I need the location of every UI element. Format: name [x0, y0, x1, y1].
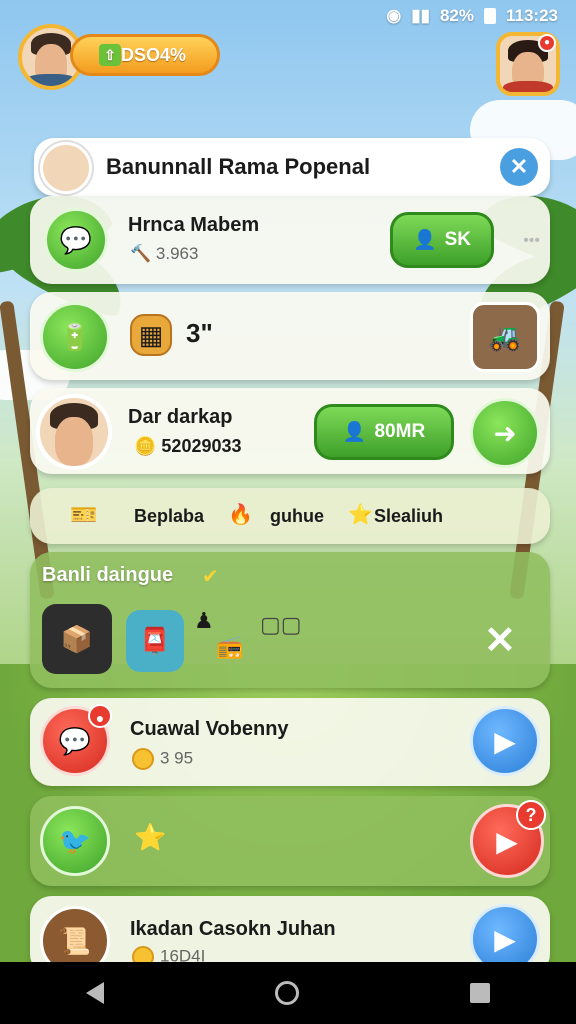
dice-icon: ▢▢: [260, 612, 302, 637]
question-badge: ?: [516, 800, 546, 830]
status-bar: ◉ ▮▮ 82% 113:23: [386, 6, 558, 26]
forward-button[interactable]: ➜: [470, 398, 540, 468]
close-dialog-icon[interactable]: ✕: [484, 618, 516, 663]
arrow-up-icon: ⇧: [99, 44, 121, 66]
join-button[interactable]: 👤 SK: [390, 212, 494, 268]
bonus-strip[interactable]: 🎫 Beplaba 🔥 guhue ⭐ Slealiuh: [30, 488, 550, 544]
back-icon[interactable]: [85, 982, 104, 1004]
dialog-title: Banli daingue: [42, 564, 174, 586]
row-value: 3": [186, 318, 213, 348]
bonus-text-c: Slealiuh: [374, 506, 444, 526]
row-title: Dar darkap: [128, 406, 233, 428]
wifi-icon: ◉: [386, 6, 402, 25]
home-icon[interactable]: [274, 981, 299, 1005]
chat-icon: 💬: [44, 208, 108, 272]
pawn-icon: ♟: [194, 608, 214, 633]
hammer-icon: 🔨: [130, 244, 156, 263]
title-card: Banunnall Rama Popenal ✕: [34, 138, 550, 196]
fire-icon: 🔥: [228, 504, 253, 526]
currency-amount: 1DSO4%: [111, 44, 187, 65]
list-item[interactable]: 🔋 ▦ 3" 🚜: [30, 292, 550, 380]
crate-item-icon[interactable]: 📦: [42, 604, 112, 674]
row-title: Cuawal Vobenny: [130, 718, 289, 740]
signal-icon: ▮▮: [411, 6, 430, 25]
system-nav-bar: [0, 962, 576, 1024]
crate-icon: ▦: [130, 314, 172, 356]
clock: 113:23: [506, 6, 558, 25]
notification-badge: ●: [88, 704, 112, 728]
user-icon: 👤: [412, 230, 437, 251]
row-value: 3 95: [132, 748, 193, 770]
title-avatar: [40, 142, 92, 194]
tractor-icon[interactable]: 🚜: [470, 302, 540, 372]
currency-pill[interactable]: ⇧ 1DSO4%: [70, 34, 220, 76]
bundle-dialog: Banli daingue ✔ 📦 📮 ♟ 📻 ▢▢ ✕: [30, 552, 550, 688]
battery-icon: [484, 8, 496, 24]
radio-icon: 📻: [216, 634, 244, 659]
row-avatar: [36, 394, 112, 470]
play-button[interactable]: ▶: [470, 706, 540, 776]
bird-icon: 🐦: [40, 806, 110, 876]
row-value: 🔨 3.963: [130, 244, 199, 263]
bonus-text-a: Beplaba: [134, 506, 205, 526]
ticket-icon: 🎫: [70, 502, 98, 527]
battery-percent: 82%: [439, 6, 474, 25]
person-icon: 👤: [342, 422, 367, 443]
list-item[interactable]: 💬 Hrnca Mabem 🔨 3.963 👤 SK •••: [30, 196, 550, 284]
title-text: Banunnall Rama Popenal: [106, 154, 371, 179]
list-item[interactable]: 🐦 ⭐ ▶ ?: [30, 796, 550, 886]
list-item[interactable]: 💬 ● Cuawal Vobenny 3 95 ▶: [30, 698, 550, 786]
row-value: 🪙 52029033: [134, 436, 242, 456]
battery-item-icon: 🔋: [40, 302, 110, 372]
list-item[interactable]: Dar darkap 🪙 52029033 👤 80MR ➜: [30, 388, 550, 474]
more-icon[interactable]: •••: [523, 232, 540, 250]
coin-stack-icon: 🪙: [134, 436, 162, 456]
row-title: Hrnca Mabem: [128, 214, 260, 236]
star-icon: ⭐: [348, 504, 373, 526]
play-button[interactable]: 👤 80MR: [314, 404, 454, 460]
recents-icon[interactable]: [470, 983, 491, 1003]
row-title: Ikadan Casokn Juhan: [130, 918, 336, 940]
settings-icon[interactable]: ✕: [500, 148, 538, 186]
star-icon: ⭐: [134, 822, 167, 852]
mailbox-item-icon[interactable]: 📮: [126, 610, 184, 672]
bonus-text-b: guhue: [270, 506, 324, 526]
notification-badge: ●: [538, 34, 556, 52]
check-icon: ✔: [202, 566, 219, 588]
